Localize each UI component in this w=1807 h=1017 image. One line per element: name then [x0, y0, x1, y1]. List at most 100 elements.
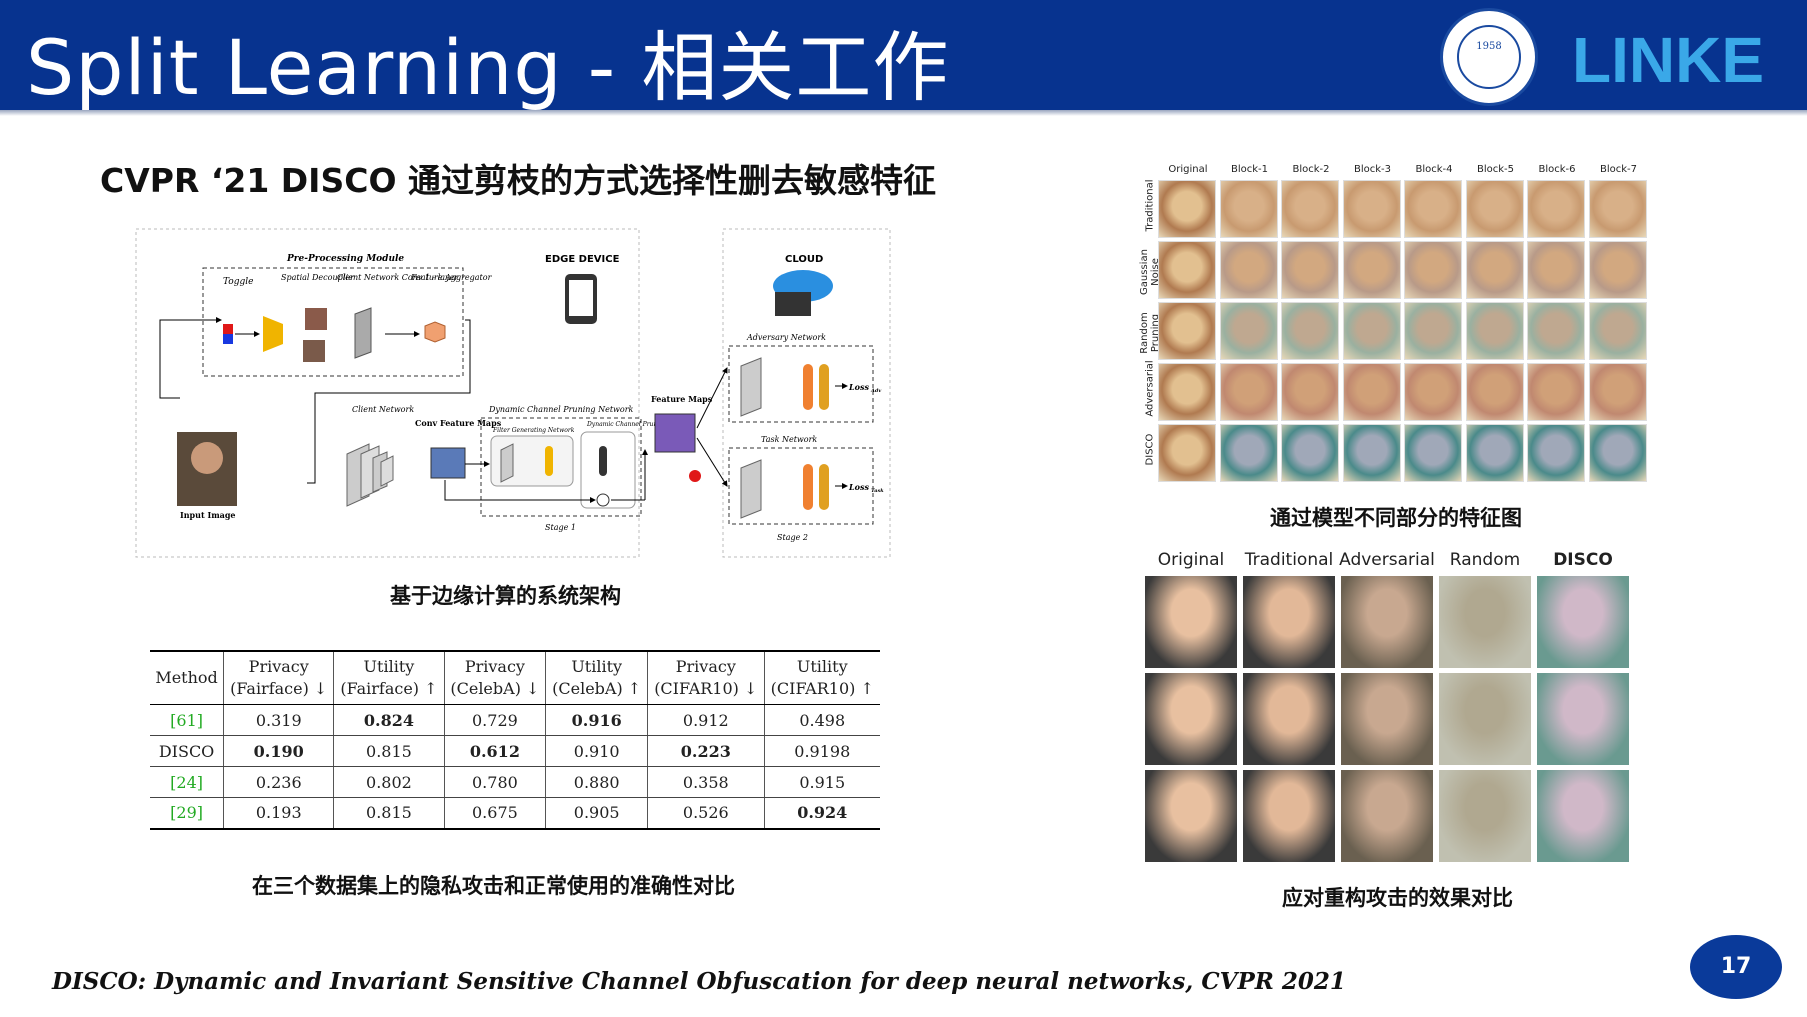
- table-value-cell: 0.780: [443, 766, 546, 798]
- stage1-label: Stage 1: [545, 523, 576, 532]
- feature-map-image: [1404, 363, 1462, 421]
- slide-title: Split Learning - 相关工作: [26, 23, 950, 112]
- server-icon: [775, 292, 811, 316]
- conv-feature-maps-block: [430, 447, 466, 479]
- table-header-cell: Method: [150, 650, 224, 705]
- reconstruction-image: [1341, 576, 1433, 668]
- feature-grid-column-header: Original: [1168, 164, 1208, 175]
- spatial-decoupler-shape: [263, 316, 283, 352]
- feature-grid-column-header: Block-1: [1230, 164, 1269, 175]
- reconstruction-column-header: Adversarial: [1339, 550, 1435, 570]
- toggle-label: Toggle: [223, 277, 253, 287]
- linke-brand-logo: LINKE: [1572, 24, 1764, 92]
- table-value-cell: 0.824: [333, 704, 445, 736]
- adversary-network-label: Adversary Network: [746, 333, 826, 342]
- feature-grid-row-header: Traditional: [1144, 179, 1156, 232]
- reconstruction-image: [1439, 673, 1531, 765]
- feature-map-image: [1465, 424, 1524, 482]
- feature-grid-column-header: Block-7: [1599, 164, 1638, 175]
- feature-map-image: [1342, 424, 1401, 482]
- feature-map-image: [1342, 302, 1401, 360]
- feature-map-image: [1404, 424, 1462, 482]
- feature-map-image: [1404, 241, 1462, 299]
- feature-aggregator-label: Feature Aggregator: [410, 273, 493, 282]
- reconstruction-image: [1439, 770, 1531, 862]
- pruning-mask: [599, 446, 607, 476]
- filter-gen-vector: [545, 446, 553, 476]
- loss-adv-label: Loss: [848, 382, 869, 392]
- toggle-red: [223, 324, 233, 334]
- table-method-cell: DISCO: [150, 735, 224, 767]
- reconstruction-image: [1243, 673, 1335, 765]
- loss-adv-sub: Adv: [870, 388, 881, 394]
- university-seal-logo: 1958: [1440, 8, 1538, 106]
- reconstruction-image: [1537, 673, 1629, 765]
- reconstruction-caption: 应对重构攻击的效果对比: [1282, 886, 1513, 910]
- reconstruction-image: [1243, 576, 1335, 668]
- table-value-cell: 0.9198: [763, 735, 880, 767]
- feature-map-image: [1281, 424, 1339, 482]
- table-row: [61] 0.319 0.824 0.729 0.916 0.912 0.498: [150, 704, 880, 736]
- reconstruction-image: [1145, 673, 1237, 765]
- table-value-cell: 0.815: [333, 735, 445, 767]
- reconstruction-column-header: Original: [1157, 550, 1225, 570]
- table-value-cell: 0.880: [545, 766, 648, 798]
- slide-header: Split Learning - 相关工作 1958 LINKE: [0, 0, 1807, 112]
- task-conv: [740, 459, 762, 519]
- table-method-cell[interactable]: [29]: [150, 797, 224, 830]
- stage2-label: Stage 2: [777, 533, 808, 542]
- table-row: DISCO 0.190 0.815 0.612 0.910 0.223 0.9198: [150, 735, 880, 767]
- feature-map-image: [1404, 180, 1462, 238]
- reconstruction-column-header: Traditional: [1244, 550, 1334, 570]
- feature-map-image: [1158, 302, 1216, 360]
- brand-text: LINKE: [1572, 24, 1764, 92]
- feature-map-image: [1588, 180, 1647, 238]
- feature-map-image: [1281, 363, 1339, 421]
- task-network-label: Task Network: [761, 435, 817, 444]
- table-value-cell: 0.675: [443, 797, 546, 830]
- seal-inner-ring: [1457, 25, 1521, 89]
- results-table: Method Privacy (Fairface) ↓ Utility (Fairfac…: [150, 650, 880, 830]
- page-number-badge: 17: [1690, 935, 1782, 999]
- feature-map-image: [1158, 241, 1216, 299]
- table-value-cell: 0.815: [333, 797, 445, 830]
- face-thumb-1: [305, 308, 327, 330]
- table-header-cell: Privacy (CelebA) ↓: [443, 650, 546, 705]
- feature-grid-column-header: Block-5: [1476, 164, 1515, 175]
- feature-map-image: [1281, 180, 1339, 238]
- filter-gen-conv: [500, 443, 514, 483]
- reconstruction-image: [1243, 770, 1335, 862]
- reconstruction-image: [1341, 770, 1433, 862]
- toggle-blue: [223, 334, 233, 344]
- reconstruction-column-header: DISCO: [1553, 550, 1613, 570]
- feature-map-image: [1465, 363, 1524, 421]
- table-value-cell: 0.915: [763, 766, 880, 798]
- feature-map-image: [1588, 363, 1647, 421]
- face-thumb-2: [303, 340, 325, 362]
- adversary-fc-2: [819, 364, 829, 410]
- edge-device-label: EDGE DEVICE: [545, 254, 620, 265]
- feature-map-image: [1158, 424, 1216, 482]
- feature-map-image: [1342, 241, 1401, 299]
- table-header-cell: Utility (CIFAR10) ↑: [763, 650, 880, 705]
- reconstruction-image: [1145, 576, 1237, 668]
- task-fc-2: [819, 464, 829, 510]
- task-fc-1: [803, 464, 813, 510]
- table-header-row: Method Privacy (Fairface) ↓ Utility (Fairfac…: [150, 650, 880, 705]
- feature-map-image: [1588, 424, 1647, 482]
- feature-grid-column-header: Block-6: [1538, 164, 1576, 175]
- table-body: [61] 0.319 0.824 0.729 0.916 0.912 0.498 DISCO 0…: [150, 704, 880, 830]
- table-method-cell[interactable]: [24]: [150, 766, 224, 798]
- table-value-cell: 0.612: [443, 735, 546, 767]
- table-value-cell: 0.223: [647, 735, 765, 767]
- table-value-cell: 0.729: [443, 704, 546, 736]
- table-value-cell: 0.910: [545, 735, 648, 767]
- table-value-cell: 0.802: [333, 766, 445, 798]
- table-method-cell[interactable]: [61]: [150, 704, 224, 736]
- feature-map-image: [1404, 302, 1462, 360]
- input-face: [191, 442, 223, 474]
- pre-processing-label: Pre-Processing Module: [286, 254, 404, 264]
- adversary-conv: [740, 357, 762, 417]
- table-value-cell: 0.498: [763, 704, 880, 736]
- feature-map-image: [1527, 302, 1585, 360]
